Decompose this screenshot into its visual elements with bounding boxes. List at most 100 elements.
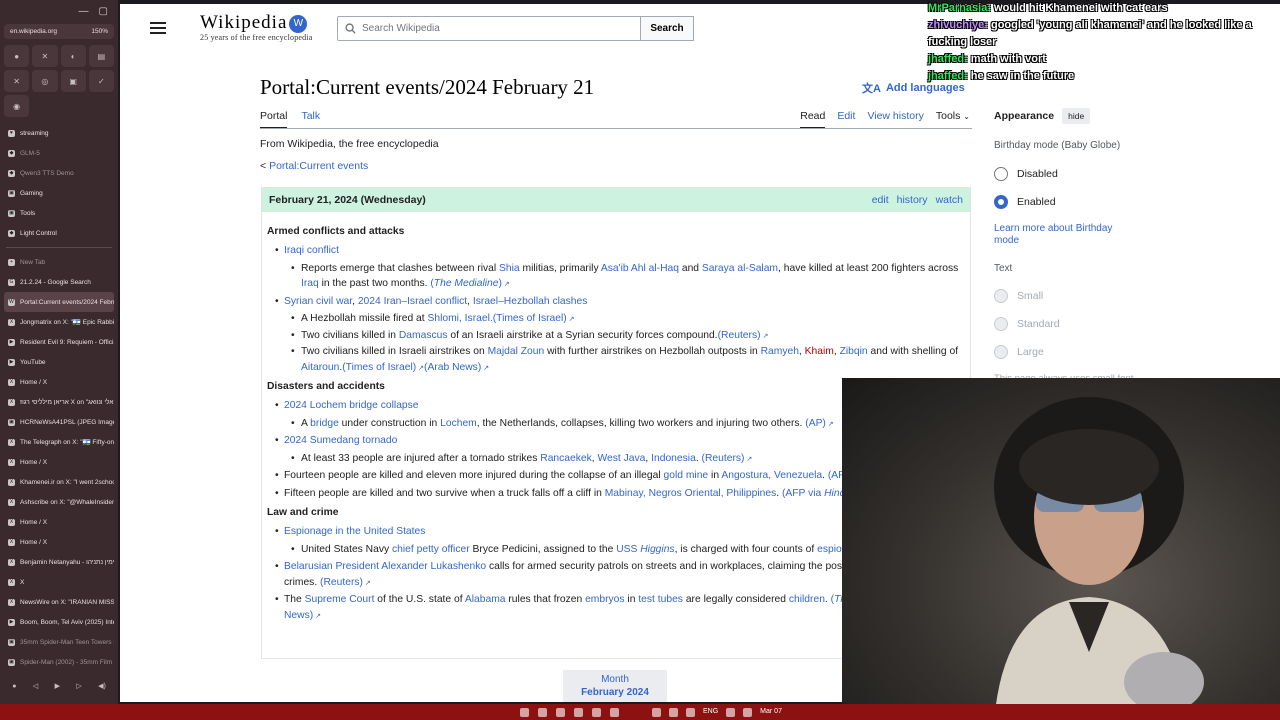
record-icon[interactable]: ● [12,683,16,690]
pinned-tab[interactable]: ◐ [60,45,86,67]
sidebar-tab-label: Spider-Man (2002) - 35mm Film [20,658,113,666]
sidebar-tab-item[interactable]: ▣ 35mm Spider-Man Teen Towers D [4,632,114,652]
pinned-tab[interactable]: ◉ [4,95,30,117]
tab-favicon-icon: ▣ [8,638,15,646]
sidebar-tab-item[interactable]: ♥ streaming [4,123,114,143]
tray-icon[interactable] [686,707,695,717]
month-value: February 2024 [581,687,649,698]
tab-portal[interactable]: Portal [260,110,288,129]
clock-date[interactable]: Mar 07 [760,708,782,717]
radio-standard[interactable]: Standard [994,317,1134,331]
edit-link[interactable]: edit [872,194,889,206]
sidebar-tab-item[interactable]: ◆ Qwen3 TTS Demo [4,163,114,183]
taskbar-app-icon[interactable] [574,707,583,717]
tab-favicon-icon: ▣ [8,658,15,666]
sidebar-tab-item[interactable]: X Home / X [4,532,114,552]
radio-large[interactable]: Large [994,345,1134,359]
list-item: Reports emerge that clashes between riva… [267,261,965,292]
taskbar-app-icon[interactable] [538,707,547,717]
sidebar-tab-item[interactable]: W Portal:Current events/2024 Februa [4,292,114,312]
sidebar-tab-item[interactable]: X Benjamin Netanyahu - בנימין נתניהו [4,552,114,572]
wifi-icon[interactable] [726,707,736,717]
sidebar-tab-item[interactable]: X אריאן מילליסי רגוז X on "אלי ונוואג [4,392,114,412]
sidebar-tab-item[interactable]: ◆ Light Control [4,223,114,243]
history-link[interactable]: history [897,194,928,206]
radio-enabled[interactable]: Enabled [994,194,1134,209]
namespace-tabs: Portal Talk [260,110,320,129]
hide-button[interactable]: hide [1062,108,1091,124]
taskbar-app-icon[interactable] [592,707,601,717]
stream-chat-overlay: MrParnasia: would hit Khamenei with cat … [928,0,1280,85]
sidebar-tab-item[interactable]: X Ashscribe on X: "@WhaleInsider G [4,492,114,512]
sidebar-tab-item[interactable]: G 21.2.24 - Google Search [4,272,114,292]
pinned-tab[interactable]: ▤ [88,45,114,67]
sidebar-tab-item[interactable]: X Jongmatrix on X: "🇮🇱 Epic Rabbi C [4,312,114,332]
zoom-level: 150% [91,28,108,35]
sidebar-tab-item[interactable]: XX [4,572,114,592]
tab-favicon-icon: ◆ [8,229,15,237]
sidebar-tab-item[interactable]: ▣ Spider-Man (2002) - 35mm Film [4,652,114,672]
play-icon[interactable]: ▶ [55,682,60,690]
topic-link[interactable]: Iraqi conflict [284,245,339,256]
sidebar-tab-item[interactable]: X Home / X [4,512,114,532]
search-input[interactable] [362,23,662,34]
sidebar-tab-item[interactable]: ▣ Tools [4,203,114,223]
main-menu-icon[interactable] [150,22,166,34]
pinned-tab[interactable]: ✕ [32,45,58,67]
view-tabs: Read Edit View history Tools ⌄ [800,110,970,129]
sidebar-tab-label: NewsWire on X: "IRANIAN MISSIL [20,598,114,606]
search-icon [345,23,356,34]
sidebar-tab-item[interactable]: X Home / X [4,372,114,392]
taskbar-app-icon[interactable] [520,707,529,717]
radio-small[interactable]: Small [994,289,1134,303]
sidebar-tab-label: Tools [20,209,36,217]
pinned-tab[interactable]: ✓ [88,70,114,92]
chat-separator: : [964,53,971,66]
sidebar-tab-item[interactable]: X NewsWire on X: "IRANIAN MISSIL [4,592,114,612]
taskbar-app-icon[interactable] [556,707,565,717]
tab-favicon-icon: X [8,318,15,326]
pinned-tab[interactable]: ▣ [60,70,86,92]
sidebar-tab-item[interactable]: ▶ Boom, Boom, Tel Aviv (2025) Inter [4,612,114,632]
tab-view-history[interactable]: View history [867,110,923,129]
sidebar-tab-item[interactable]: X Khamenei.ir on X: "I went 2school [4,472,114,492]
sidebar-tab-item[interactable]: ◆ GLM-5 [4,143,114,163]
sidebar-tab-item[interactable]: ▶ Resident Evil 9: Requiem - Official [4,332,114,352]
tab-read[interactable]: Read [800,110,826,129]
back-icon[interactable]: ◁ [33,682,38,690]
maximize-icon[interactable]: ▢ [99,6,108,20]
language-indicator[interactable]: ENG [703,708,718,717]
sidebar-tab-item[interactable]: + New Tab [4,252,114,272]
tab-favicon-icon: X [8,438,15,446]
volume-tray-icon[interactable] [743,707,753,717]
tab-edit[interactable]: Edit [837,110,855,129]
sidebar-tab-item[interactable]: X The Telegraph on X: "🇮🇱 Fifty-one [4,432,114,452]
address-bar[interactable]: en.wikipedia.org 150% [4,24,114,39]
sidebar-tab-item[interactable]: ▣ Gaming [4,183,114,203]
sidebar-tab-item[interactable]: X Home / X [4,452,114,472]
month-navigation[interactable]: Month February 2024 [563,670,667,702]
tab-tools[interactable]: Tools ⌄ [936,110,970,129]
radio-disabled[interactable]: Disabled [994,166,1134,181]
forward-icon[interactable]: ▷ [76,682,81,690]
pinned-tab[interactable]: ✕ [4,70,30,92]
sidebar-tab-item[interactable]: ▶ YouTube [4,352,114,372]
tray-icon[interactable] [652,707,661,717]
pinned-tab[interactable]: ◎ [32,70,58,92]
watch-link[interactable]: watch [936,194,963,206]
volume-icon[interactable]: ◀) [98,682,106,690]
wikipedia-logo[interactable]: Wikipedia W 25 years of the free encyclop… [200,12,313,42]
taskbar-app-icon[interactable] [610,707,619,717]
birthday-mode-label: Birthday mode (Baby Globe) [994,140,1121,151]
tray-icon[interactable] [669,707,678,717]
pinned-tab[interactable]: ● [4,45,30,67]
taskbar: ENG Mar 07 [0,704,1280,720]
portal-current-events-link[interactable]: Portal:Current events [269,160,368,172]
sidebar-tab-label: Khamenei.ir on X: "I went 2school [20,478,114,486]
learn-more-link[interactable]: Learn more about Birthday mode [994,223,1134,247]
sidebar-tab-item[interactable]: ▣ HCRNeWsA41PSL (JPEG Image, [4,412,114,432]
minimize-icon[interactable]: — [79,6,89,20]
tab-talk[interactable]: Talk [301,110,320,129]
search-button[interactable]: Search [640,16,694,41]
sidebar-tab-label: The Telegraph on X: "🇮🇱 Fifty-one [20,439,114,446]
